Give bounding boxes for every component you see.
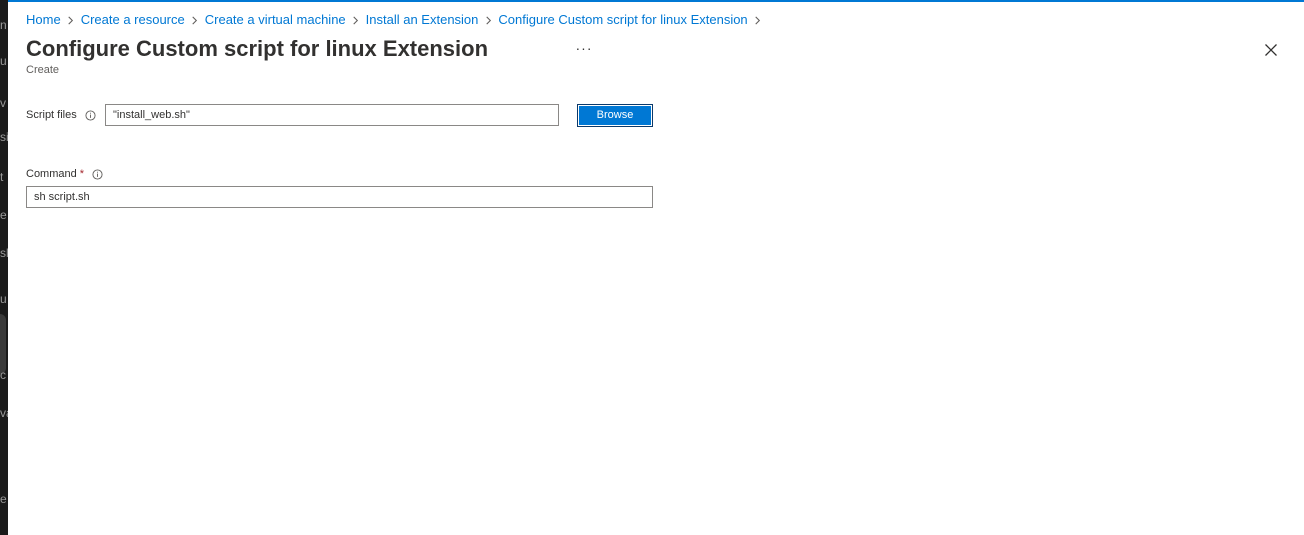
breadcrumb-home[interactable]: Home — [26, 12, 61, 27]
script-files-label-group: Script files — [26, 109, 96, 121]
background-fragment: u — [0, 292, 7, 306]
background-tile — [0, 314, 6, 374]
command-label-group: Command * — [26, 168, 103, 180]
page-title: Configure Custom script for linux Extens… — [26, 36, 489, 61]
background-fragment: si — [0, 130, 8, 144]
chevron-right-icon — [61, 13, 81, 27]
browse-button-label: Browse — [579, 106, 651, 125]
breadcrumb-install-extension[interactable]: Install an Extension — [366, 12, 479, 27]
breadcrumb-create-resource[interactable]: Create a resource — [81, 12, 185, 27]
chevron-right-icon — [748, 13, 768, 27]
breadcrumb: Home Create a resource Create a virtual … — [26, 12, 768, 27]
chevron-right-icon — [185, 13, 205, 27]
background-page-strip: n u v si t e sl u c va e — [0, 0, 8, 535]
page-subtitle: Create — [26, 64, 60, 76]
info-icon[interactable] — [85, 109, 96, 121]
background-fragment: sl — [0, 246, 8, 260]
script-files-label: Script files — [26, 109, 77, 121]
background-fragment: u — [0, 54, 7, 68]
background-fragment: e — [0, 208, 7, 222]
browse-button[interactable]: Browse — [577, 104, 653, 127]
more-options-button[interactable]: ··· — [573, 40, 595, 60]
background-fragment: v — [0, 96, 6, 110]
command-input[interactable]: sh script.sh — [26, 186, 653, 208]
breadcrumb-create-vm[interactable]: Create a virtual machine — [205, 12, 346, 27]
script-files-input[interactable]: "install_web.sh" — [105, 104, 559, 126]
info-icon[interactable] — [92, 168, 103, 180]
chevron-right-icon — [346, 13, 366, 27]
background-fragment: e — [0, 492, 7, 506]
close-icon — [1261, 44, 1281, 64]
close-button[interactable] — [1261, 40, 1281, 60]
stage: n u v si t e sl u c va e Home Create a r… — [0, 0, 1304, 535]
background-fragment: c — [0, 368, 6, 382]
chevron-right-icon — [478, 13, 498, 27]
background-fragment: va — [0, 406, 8, 420]
required-indicator: * — [79, 168, 85, 180]
breadcrumb-configure-extension[interactable]: Configure Custom script for linux Extens… — [498, 12, 747, 27]
command-label: Command — [26, 168, 77, 180]
extension-blade: Home Create a resource Create a virtual … — [8, 0, 1304, 535]
background-fragment: n — [0, 18, 7, 32]
background-fragment: t — [0, 170, 4, 184]
